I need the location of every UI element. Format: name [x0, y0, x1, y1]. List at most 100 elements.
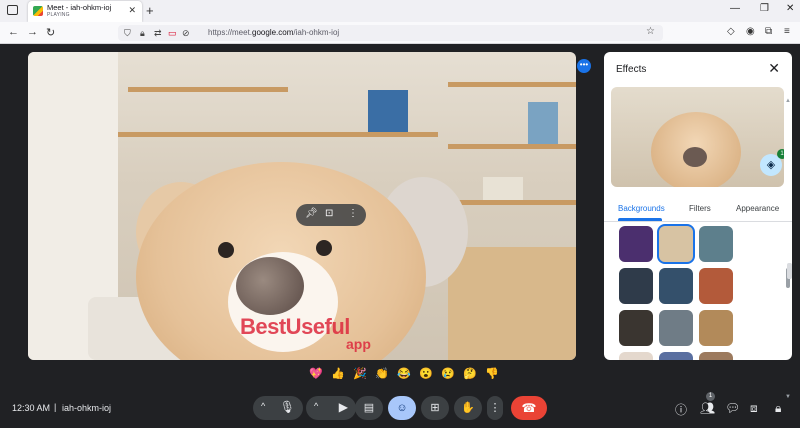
minimize-icon[interactable]: —	[730, 3, 740, 14]
tab-close-icon[interactable]: ✕	[128, 5, 136, 16]
effects-button[interactable]: ☺	[388, 396, 416, 420]
reaction-laugh[interactable]: 😂	[397, 367, 411, 380]
clock-time: 12:30 AM	[12, 403, 51, 413]
tile-more-dots-button[interactable]: •••	[577, 59, 591, 73]
more-options-button[interactable]: ⋮	[487, 396, 503, 420]
shelf	[448, 82, 576, 87]
meeting-info-separator: |	[54, 402, 57, 412]
tab-title: Meet - iah-ohkm-ioj	[47, 3, 112, 12]
new-tab-button[interactable]: +	[146, 3, 154, 18]
permissions-icon[interactable]: ⇄	[154, 28, 162, 39]
tab-backgrounds[interactable]: Backgrounds	[618, 204, 665, 213]
extensions-icon[interactable]: ⧉	[765, 26, 772, 37]
back-arrow-icon[interactable]: ←	[8, 26, 19, 38]
reaction-heart[interactable]: 💖	[309, 367, 323, 380]
background-thumbnail[interactable]	[699, 310, 733, 346]
raise-hand-button[interactable]: ✋	[454, 396, 482, 420]
bear-eye	[316, 240, 332, 256]
pin-icon[interactable]: 📌︎	[305, 208, 318, 219]
reload-icon[interactable]: ↻	[46, 26, 55, 39]
url-text: https://meet.google.com/iah-ohkm-ioj	[208, 28, 340, 37]
background-thumbnail[interactable]	[619, 352, 653, 360]
menu-icon[interactable]: ≡	[784, 26, 790, 37]
panel-title: Effects	[616, 64, 647, 75]
camera-control: ^ ▶	[306, 396, 356, 420]
background-thumbnail[interactable]	[659, 352, 693, 360]
background-thumbnail[interactable]	[619, 310, 653, 346]
meeting-details-icon[interactable]: ⓘ	[675, 401, 687, 418]
reaction-thumbs-down[interactable]: 👎	[485, 367, 499, 380]
url-bar[interactable]: ⛉ 🔒︎ ⇄ ▭ ⊘ https://meet.google.com/iah-o…	[118, 25, 663, 41]
reaction-party[interactable]: 🎉	[353, 367, 367, 380]
tab-filters[interactable]: Filters	[689, 204, 711, 213]
page-scrollbar[interactable]: ▲ ▼	[783, 98, 793, 406]
browser-tab-bar: Meet - iah-ohkm-ioj PLAYING ✕ + — ❐ ✕	[0, 0, 800, 22]
watermark-logo: BestUseful	[240, 314, 350, 339]
scrollbar-thumb[interactable]	[787, 263, 792, 279]
background-thumbnail[interactable]	[699, 226, 733, 262]
end-call-button[interactable]: ☎	[511, 396, 547, 420]
effects-panel: Effects ✕ ◈ 1 Backgrounds Filters Appear…	[604, 52, 792, 360]
reaction-thinking[interactable]: 🤔	[463, 367, 477, 380]
bear-eye	[218, 242, 234, 258]
captions-button[interactable]: ▤	[355, 396, 383, 420]
tab-playing-label: PLAYING	[47, 12, 70, 18]
background-thumbnail[interactable]	[699, 268, 733, 304]
background-thumbnail[interactable]	[619, 268, 653, 304]
list-all-tabs-icon[interactable]	[7, 5, 18, 15]
pocket-icon[interactable]: ◇	[727, 26, 735, 37]
window-close-icon[interactable]: ✕	[786, 3, 794, 14]
audio-settings-chevron-icon[interactable]: ^	[261, 401, 265, 411]
tab-divider	[604, 221, 792, 222]
scroll-down-icon[interactable]: ▼	[785, 394, 791, 400]
meeting-code: iah-ohkm-ioj	[62, 403, 112, 413]
activities-icon[interactable]: ⧈	[750, 401, 758, 416]
frame-icon[interactable]: ⊡	[325, 208, 333, 219]
more-options-icon[interactable]: ⋮	[348, 208, 358, 219]
meet-stage: BestUseful app 📌︎ ⊡ ⋮ ••• Effects ✕ ◈ 1 …	[0, 45, 800, 428]
reaction-clap[interactable]: 👏	[375, 367, 389, 380]
reaction-thumbs-up[interactable]: 👍	[331, 367, 345, 380]
camera-sharing-icon[interactable]: ▭	[168, 28, 177, 39]
shelf	[448, 144, 576, 149]
browser-nav-bar: ← → ↻ ⛉ 🔒︎ ⇄ ▭ ⊘ https://meet.google.com…	[0, 22, 800, 44]
cabinet	[448, 247, 576, 360]
mic-blocked-icon[interactable]: ⊘	[182, 28, 190, 39]
background-thumbnail[interactable]	[699, 352, 733, 360]
shield-icon[interactable]: ⛉	[124, 28, 131, 39]
microphone-icon[interactable]: 🎙︎	[280, 400, 295, 414]
shelf	[448, 200, 576, 205]
bookmark-star-icon[interactable]: ☆	[646, 26, 655, 37]
present-screen-button[interactable]: ⊞	[421, 396, 449, 420]
watermark-logo-sub: app	[346, 336, 371, 352]
background-thumbnail[interactable]	[659, 226, 693, 262]
background-thumbnail[interactable]	[659, 310, 693, 346]
preview-bear-nose	[683, 147, 707, 167]
forward-arrow-icon[interactable]: →	[27, 26, 38, 38]
camera-icon[interactable]: ▶	[339, 400, 348, 414]
host-controls-icon[interactable]: 🔒︎	[775, 401, 781, 416]
browser-tab-meet[interactable]: Meet - iah-ohkm-ioj PLAYING ✕	[28, 1, 142, 22]
restore-icon[interactable]: ❐	[760, 3, 769, 14]
tab-appearance[interactable]: Appearance	[736, 204, 779, 213]
close-panel-icon[interactable]: ✕	[768, 60, 780, 77]
books	[483, 177, 523, 200]
shelf	[118, 132, 438, 137]
background-thumbnail[interactable]	[659, 268, 693, 304]
reaction-surprised[interactable]: 😮	[419, 367, 433, 380]
video-settings-chevron-icon[interactable]: ^	[314, 401, 318, 411]
self-video-tile: BestUseful app 📌︎ ⊡ ⋮	[28, 52, 576, 360]
shelf	[128, 87, 288, 92]
lock-icon[interactable]: 🔒︎	[140, 28, 145, 39]
books	[368, 90, 408, 132]
people-icon[interactable]: 👥︎	[700, 401, 715, 415]
account-icon[interactable]: ◉	[746, 26, 755, 37]
reaction-sad[interactable]: 😢	[441, 367, 455, 380]
scroll-up-icon[interactable]: ▲	[785, 98, 791, 104]
bear-nose	[236, 257, 304, 315]
people-count-badge: 1	[706, 392, 715, 401]
microphone-control: ^ 🎙︎	[253, 396, 303, 420]
chat-icon[interactable]: 💬︎	[725, 401, 740, 415]
background-thumbnail[interactable]	[619, 226, 653, 262]
effects-preview: ◈ 1	[611, 87, 784, 187]
